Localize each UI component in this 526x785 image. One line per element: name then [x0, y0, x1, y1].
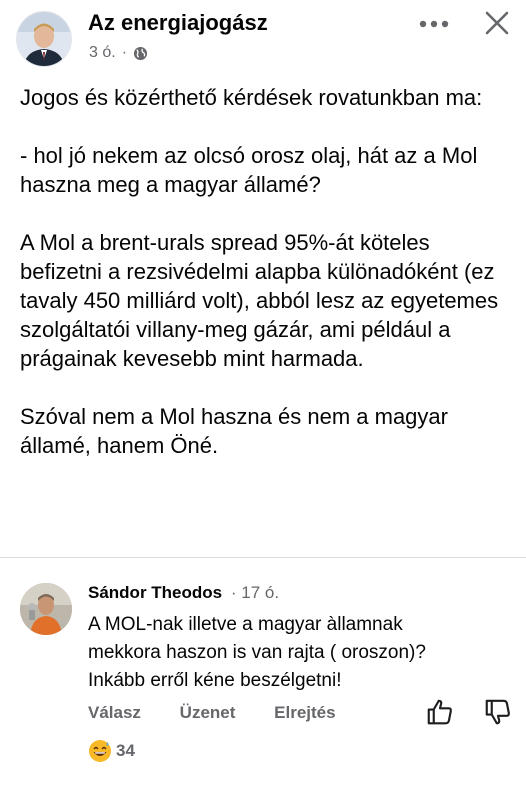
thumbs-up-icon	[427, 699, 452, 725]
divider	[0, 557, 526, 558]
more-icon	[419, 20, 449, 28]
reaction-count: 34	[116, 741, 135, 760]
author-name[interactable]: Az energiajogász	[88, 10, 268, 36]
like-button[interactable]	[425, 697, 455, 727]
author-avatar[interactable]	[16, 11, 72, 67]
comment-text: A MOL-nak illetve a magyar àllamnak mekk…	[88, 614, 426, 691]
comment-actions: Válasz Üzenet Elrejtés	[88, 703, 336, 723]
meta-separator: ·	[121, 44, 128, 61]
more-options-button[interactable]	[416, 12, 452, 36]
post-text: Jogos és közérthető kérdések rovatunkban…	[20, 83, 515, 460]
hide-button[interactable]: Elrejtés	[274, 703, 335, 723]
message-button[interactable]: Üzenet	[180, 703, 236, 723]
close-icon	[485, 11, 509, 35]
post-time[interactable]: 3 ó.	[89, 44, 116, 62]
post-paragraph: A Mol a brent-urals spread 95%-át kötele…	[20, 230, 499, 371]
dislike-button[interactable]	[483, 697, 513, 727]
post-header: Az energiajogász 3 ó. ·	[0, 0, 526, 70]
reply-button[interactable]: Válasz	[88, 703, 141, 723]
comment-header: Sándor Theodos · 17 ó.	[88, 583, 279, 603]
reaction-summary[interactable]: 34	[88, 738, 135, 764]
commenter-name[interactable]: Sándor Theodos	[88, 583, 222, 602]
post-paragraph: - hol jó nekem az olcsó orosz olaj, hát …	[20, 143, 478, 197]
commenter-avatar[interactable]	[20, 583, 72, 635]
comment: Sándor Theodos · 17 ó. A MOL-nak illetve…	[0, 560, 526, 785]
post-meta: 3 ó. ·	[89, 44, 148, 62]
post-paragraph: Szóval nem a Mol haszna és nem a magyar …	[20, 404, 448, 458]
close-button[interactable]	[480, 6, 514, 40]
comment-time[interactable]: · 17 ó.	[231, 583, 279, 602]
globe-icon	[133, 46, 148, 61]
grinning-sweat-emoji-icon	[89, 740, 111, 762]
thumbs-down-icon	[485, 699, 510, 725]
post-paragraph: Jogos és közérthető kérdések rovatunkban…	[20, 85, 483, 110]
